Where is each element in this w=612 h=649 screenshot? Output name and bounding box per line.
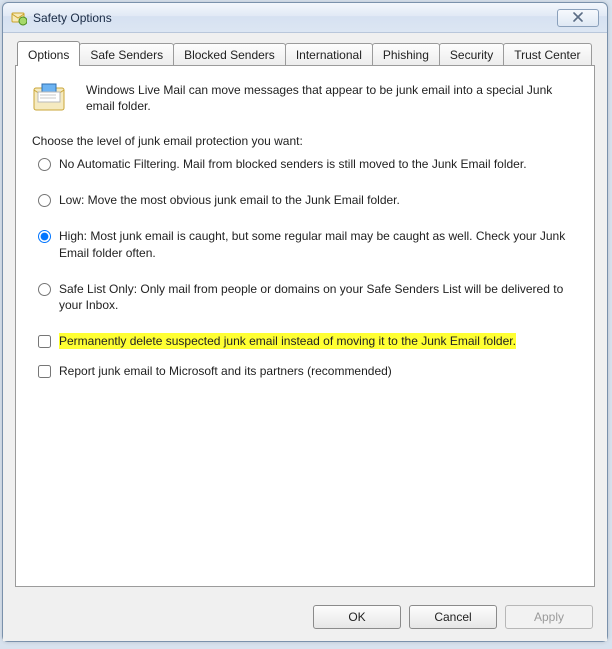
tab-security[interactable]: Security — [439, 43, 504, 66]
checkbox-perm-delete[interactable] — [38, 335, 51, 348]
tab-label: International — [296, 48, 362, 62]
radio-safe-list[interactable] — [38, 283, 51, 296]
tab-label: Security — [450, 48, 493, 62]
tab-trust-center[interactable]: Trust Center — [503, 43, 591, 66]
dialog-buttons: OK Cancel Apply — [3, 595, 607, 641]
option-safe-list-only[interactable]: Safe List Only: Only mail from people or… — [38, 281, 578, 313]
option-label: High: Most junk email is caught, but som… — [59, 228, 578, 260]
report-row[interactable]: Report junk email to Microsoft and its p… — [38, 363, 578, 379]
option-no-filtering[interactable]: No Automatic Filtering. Mail from blocke… — [38, 156, 578, 172]
apply-button[interactable]: Apply — [505, 605, 593, 629]
tab-label: Trust Center — [514, 48, 580, 62]
perm-delete-row[interactable]: Permanently delete suspected junk email … — [38, 333, 578, 349]
option-low[interactable]: Low: Move the most obvious junk email to… — [38, 192, 578, 208]
tab-phishing[interactable]: Phishing — [372, 43, 440, 66]
tab-options[interactable]: Options — [17, 41, 80, 66]
safety-options-window: Safety Options Options Safe Senders Bloc… — [2, 2, 608, 642]
tab-panel-options: Windows Live Mail can move messages that… — [15, 65, 595, 587]
junk-mail-icon — [32, 82, 72, 116]
close-icon — [572, 12, 584, 24]
option-label: Low: Move the most obvious junk email to… — [59, 192, 400, 208]
choose-label: Choose the level of junk email protectio… — [32, 134, 578, 148]
mail-safety-icon — [11, 10, 27, 26]
radio-high[interactable] — [38, 230, 51, 243]
tab-label: Options — [28, 48, 69, 62]
titlebar: Safety Options — [3, 3, 607, 33]
checkbox-report[interactable] — [38, 365, 51, 378]
tab-international[interactable]: International — [285, 43, 373, 66]
option-high[interactable]: High: Most junk email is caught, but som… — [38, 228, 578, 260]
report-label: Report junk email to Microsoft and its p… — [59, 363, 392, 379]
option-label: No Automatic Filtering. Mail from blocke… — [59, 156, 527, 172]
close-button[interactable] — [557, 9, 599, 27]
intro-row: Windows Live Mail can move messages that… — [32, 82, 578, 116]
window-title: Safety Options — [33, 11, 112, 25]
perm-delete-label: Permanently delete suspected junk email … — [59, 333, 516, 349]
ok-button[interactable]: OK — [313, 605, 401, 629]
content-area: Options Safe Senders Blocked Senders Int… — [3, 33, 607, 595]
tab-label: Blocked Senders — [184, 48, 275, 62]
tab-safe-senders[interactable]: Safe Senders — [79, 43, 174, 66]
tab-blocked-senders[interactable]: Blocked Senders — [173, 43, 286, 66]
tab-strip: Options Safe Senders Blocked Senders Int… — [15, 43, 595, 66]
tab-label: Safe Senders — [90, 48, 163, 62]
tab-label: Phishing — [383, 48, 429, 62]
option-label: Safe List Only: Only mail from people or… — [59, 281, 578, 313]
radio-low[interactable] — [38, 194, 51, 207]
intro-text: Windows Live Mail can move messages that… — [86, 82, 578, 114]
radio-no-filtering[interactable] — [38, 158, 51, 171]
protection-level-group: No Automatic Filtering. Mail from blocke… — [38, 156, 578, 313]
cancel-button[interactable]: Cancel — [409, 605, 497, 629]
